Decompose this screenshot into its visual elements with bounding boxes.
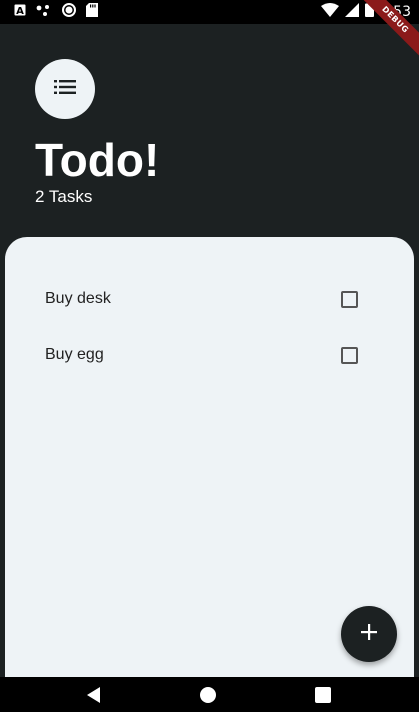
add-task-button[interactable] [341,606,397,662]
list-item[interactable]: Buy egg [5,331,414,379]
task-checkbox[interactable] [341,346,358,364]
signal-icon [344,2,359,22]
plus-icon [361,623,377,645]
list-item[interactable]: Buy desk [5,275,414,323]
page-title: Todo! [35,134,160,186]
navigation-bar [0,677,419,712]
task-label: Buy desk [45,290,111,307]
app-screen: A DEBUG Todo! 2 Tasks Buy desk Buy egg [0,0,419,712]
task-checkbox[interactable] [341,290,358,308]
recents-icon[interactable] [315,687,331,708]
list-icon [54,79,76,99]
svg-text:A: A [16,6,24,16]
status-bar: A [0,0,419,24]
wifi-icon [320,2,339,22]
task-count: 2 Tasks [35,187,93,206]
task-label: Buy egg [45,346,104,363]
sd-card-icon [86,2,98,22]
a-icon: A [14,3,26,21]
home-icon[interactable] [200,687,216,708]
header: Todo! 2 Tasks [0,24,419,244]
back-icon[interactable] [86,687,102,708]
circle-icon [62,2,76,22]
share-icon [36,3,52,21]
menu-button[interactable] [35,59,95,119]
